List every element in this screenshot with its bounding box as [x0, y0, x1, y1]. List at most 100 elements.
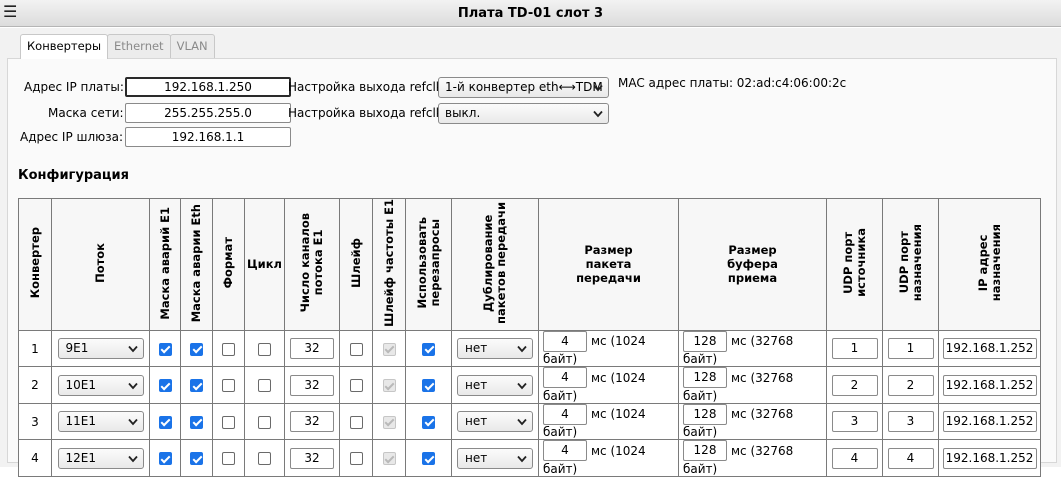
- ip-dst-input[interactable]: 192.168.1.252: [942, 411, 1037, 433]
- col-mask-eth: Маска аварии Eth: [180, 198, 213, 331]
- mask-e1-checkbox[interactable]: [158, 379, 172, 393]
- col-duplication: Дублирование пакетов передачи: [451, 198, 539, 331]
- table-header-row: Конвертер Поток Маска аварий E1 Маска ав…: [18, 198, 1041, 331]
- stream-select[interactable]: 9E1: [57, 338, 144, 360]
- window-title: Плата TD-01 слот 3: [457, 6, 604, 21]
- packet-size-input[interactable]: 4: [543, 440, 587, 462]
- duplication-select[interactable]: нет: [457, 374, 533, 396]
- cycle-checkbox[interactable]: [258, 342, 271, 356]
- buffer-size-input[interactable]: 128: [683, 440, 727, 462]
- chevron-down-icon: [593, 110, 603, 118]
- chevron-down-icon: [517, 382, 527, 389]
- mask-eth-checkbox[interactable]: [190, 342, 203, 356]
- format-checkbox[interactable]: [222, 415, 235, 429]
- mask-e1-checkbox[interactable]: [158, 415, 172, 429]
- refclk1-value: выкл.: [445, 106, 481, 120]
- cycle-checkbox[interactable]: [258, 415, 271, 429]
- ip-dst-input[interactable]: 192.168.1.252: [942, 338, 1037, 360]
- cycle-checkbox[interactable]: [258, 452, 271, 466]
- netmask-field[interactable]: 255.255.255.0: [125, 103, 291, 123]
- format-checkbox[interactable]: [222, 379, 235, 393]
- refclk0-label: Настройка выхода refclk0:: [288, 80, 455, 94]
- chevron-down-icon: [517, 419, 527, 426]
- col-channels: Число каналов потока E1: [284, 198, 340, 331]
- mask-eth-checkbox[interactable]: [190, 452, 203, 466]
- duplication-select[interactable]: нет: [457, 338, 533, 360]
- col-format: Формат: [212, 198, 245, 331]
- refclk0-select[interactable]: 1-й конвертер eth⟷TDM: [438, 77, 609, 98]
- mask-e1-checkbox[interactable]: [158, 342, 172, 356]
- loop-freq-checkbox: [382, 452, 396, 466]
- udp-src-input[interactable]: 1: [831, 338, 878, 360]
- tab-converters[interactable]: Конвертеры: [20, 34, 109, 59]
- channels-input[interactable]: 32: [290, 411, 334, 433]
- udp-dst-input[interactable]: 1: [887, 338, 934, 360]
- board-ip-field[interactable]: 192.168.1.250: [125, 77, 291, 97]
- rerequests-checkbox[interactable]: [422, 452, 435, 466]
- channels-input[interactable]: 32: [290, 447, 334, 469]
- udp-dst-input[interactable]: 3: [887, 411, 934, 433]
- udp-src-input[interactable]: 4: [831, 447, 878, 469]
- refclk0-value: 1-й конвертер eth⟷TDM: [445, 80, 603, 94]
- rerequests-checkbox[interactable]: [422, 415, 435, 429]
- buffer-size-input[interactable]: 128: [683, 330, 727, 352]
- col-ip-dst: IP адрес назначения: [938, 198, 1041, 331]
- udp-dst-input[interactable]: 4: [887, 447, 934, 469]
- title-bar: ☰ Плата TD-01 слот 3: [0, 0, 1061, 27]
- col-cycle: Цикл: [244, 198, 285, 331]
- chevron-down-icon: [127, 382, 138, 389]
- stream-select[interactable]: 12E1: [57, 447, 144, 469]
- loop-checkbox[interactable]: [349, 452, 363, 466]
- duplication-select[interactable]: нет: [457, 411, 533, 433]
- channels-input[interactable]: 32: [290, 338, 334, 360]
- duplication-select[interactable]: нет: [457, 447, 533, 469]
- loop-checkbox[interactable]: [349, 415, 363, 429]
- chevron-down-icon: [593, 84, 603, 92]
- ip-dst-input[interactable]: 192.168.1.252: [942, 447, 1037, 469]
- chevron-down-icon: [127, 455, 138, 462]
- rerequests-checkbox[interactable]: [422, 342, 435, 356]
- buffer-size-input[interactable]: 128: [683, 367, 727, 389]
- chevron-down-icon: [127, 419, 138, 426]
- mac-address-text: MAC адрес платы: 02:ad:c4:06:00:2c: [618, 76, 847, 90]
- chevron-down-icon: [127, 346, 138, 353]
- table-row: 1 9E1 32 нет 4 мс (1024 байт) 128 мс (32768 бай…: [18, 329, 1041, 368]
- duplication-value: нет: [465, 341, 488, 356]
- channels-input[interactable]: 32: [290, 374, 334, 396]
- mask-eth-checkbox[interactable]: [190, 415, 203, 429]
- duplication-value: нет: [465, 450, 488, 465]
- ip-label: Адрес IP платы:: [24, 80, 124, 94]
- packet-size-input[interactable]: 4: [543, 403, 587, 425]
- stream-select[interactable]: 10E1: [57, 374, 144, 396]
- udp-dst-input[interactable]: 2: [887, 374, 934, 396]
- converter-number: 3: [18, 402, 52, 441]
- col-loop: Шлейф: [339, 198, 373, 331]
- converter-number: 2: [18, 366, 52, 404]
- format-checkbox[interactable]: [222, 452, 235, 466]
- col-rerequests: Использовать перезапросы: [405, 198, 452, 331]
- loop-checkbox[interactable]: [349, 379, 363, 393]
- tab-ethernet[interactable]: Ethernet: [107, 34, 171, 58]
- udp-src-input[interactable]: 3: [831, 411, 878, 433]
- stream-select[interactable]: 11E1: [57, 411, 144, 433]
- buffer-size-input[interactable]: 128: [683, 403, 727, 425]
- cycle-checkbox[interactable]: [258, 379, 271, 393]
- stream-value: 11E1: [65, 414, 97, 429]
- loop-freq-checkbox: [382, 342, 396, 356]
- col-buffer-size: Размер буфера приема: [678, 198, 827, 331]
- udp-src-input[interactable]: 2: [831, 374, 878, 396]
- tab-vlan[interactable]: VLAN: [169, 34, 215, 58]
- mask-eth-checkbox[interactable]: [190, 379, 203, 393]
- table-row: 3 11E1 32 нет 4 мс (1024 байт) 128 мс (32768 ба…: [18, 402, 1041, 441]
- format-checkbox[interactable]: [222, 342, 235, 356]
- packet-size-input[interactable]: 4: [543, 367, 587, 389]
- rerequests-checkbox[interactable]: [422, 379, 435, 393]
- ip-dst-input[interactable]: 192.168.1.252: [942, 374, 1037, 396]
- packet-size-input[interactable]: 4: [543, 330, 587, 352]
- loop-checkbox[interactable]: [349, 342, 363, 356]
- gateway-field[interactable]: 192.168.1.1: [125, 127, 291, 147]
- mask-e1-checkbox[interactable]: [158, 452, 172, 466]
- col-packet-size: Размер пакета передачи: [538, 198, 679, 331]
- refclk1-select[interactable]: выкл.: [438, 103, 609, 124]
- duplication-value: нет: [465, 377, 488, 392]
